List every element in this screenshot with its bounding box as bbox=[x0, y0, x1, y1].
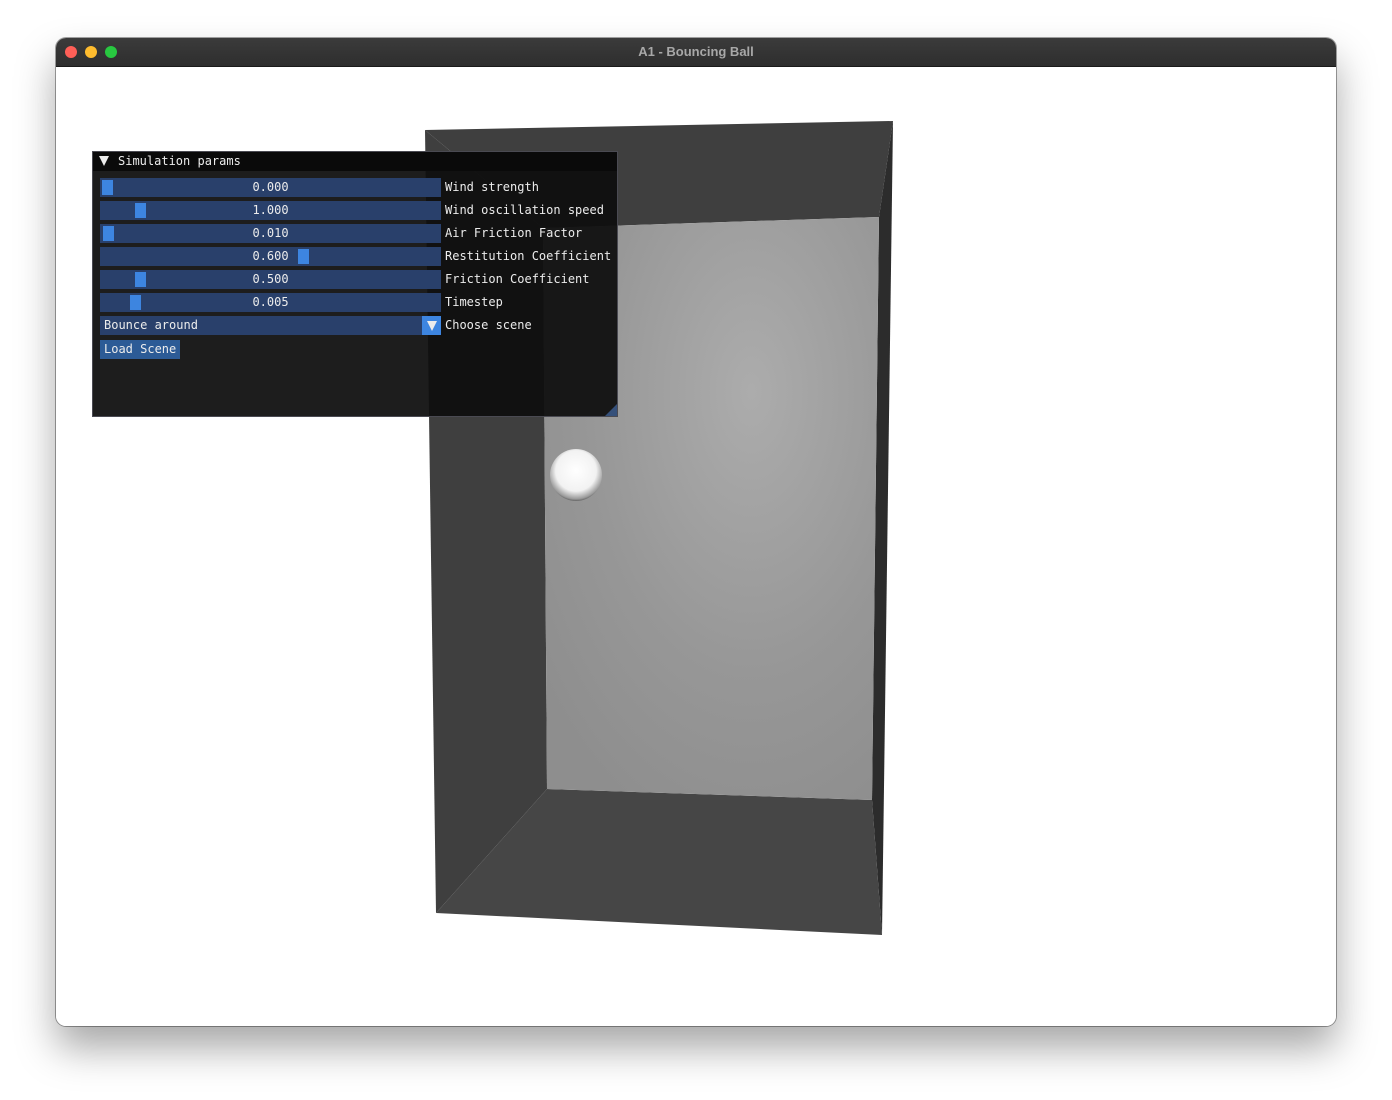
slider-label: Restitution Coefficient bbox=[445, 249, 612, 263]
slider-value: 1.000 bbox=[252, 203, 289, 217]
wind-oscillation-speed-slider[interactable]: 1.000 bbox=[100, 201, 441, 220]
title-bar[interactable]: A1 - Bouncing Ball bbox=[56, 38, 1336, 67]
wind-strength-slider[interactable]: 0.000 bbox=[100, 178, 441, 197]
resize-grip-icon[interactable] bbox=[605, 404, 617, 416]
friction-coefficient-slider[interactable]: 0.500 bbox=[100, 270, 441, 289]
panel-title-bar[interactable]: Simulation params bbox=[93, 152, 617, 171]
panel-title: Simulation params bbox=[118, 154, 241, 168]
load-scene-button[interactable]: Load Scene bbox=[100, 340, 181, 359]
simulation-params-panel[interactable]: Simulation params 0.000 Wind strength 1.… bbox=[92, 151, 618, 417]
slider-label: Wind oscillation speed bbox=[445, 203, 604, 217]
slider-label: Wind strength bbox=[445, 180, 539, 194]
combo-arrow-button[interactable] bbox=[422, 316, 441, 335]
scene-select[interactable]: Bounce around bbox=[100, 316, 441, 335]
window-title: A1 - Bouncing Ball bbox=[638, 44, 754, 59]
combo-label: Choose scene bbox=[445, 318, 532, 332]
slider-value: 0.500 bbox=[252, 272, 289, 286]
slider-label: Friction Coefficient bbox=[445, 272, 590, 286]
scene-select-value: Bounce around bbox=[104, 318, 198, 332]
ball bbox=[550, 449, 602, 501]
air-friction-factor-slider[interactable]: 0.010 bbox=[100, 224, 441, 243]
render-viewport[interactable]: Simulation params 0.000 Wind strength 1.… bbox=[56, 67, 1336, 1026]
restitution-coefficient-slider[interactable]: 0.600 bbox=[100, 247, 441, 266]
slider-value: 0.600 bbox=[252, 249, 289, 263]
slider-label: Timestep bbox=[445, 295, 503, 309]
slider-value: 0.000 bbox=[252, 180, 289, 194]
slider-value: 0.010 bbox=[252, 226, 289, 240]
combo-arrow-icon bbox=[427, 321, 437, 331]
app-window: A1 - Bouncing Ball Simulation params 0.0… bbox=[56, 38, 1336, 1026]
slider-label: Air Friction Factor bbox=[445, 226, 583, 240]
timestep-slider[interactable]: 0.005 bbox=[100, 293, 441, 312]
collapse-arrow-icon[interactable] bbox=[99, 156, 109, 166]
slider-value: 0.005 bbox=[252, 295, 289, 309]
